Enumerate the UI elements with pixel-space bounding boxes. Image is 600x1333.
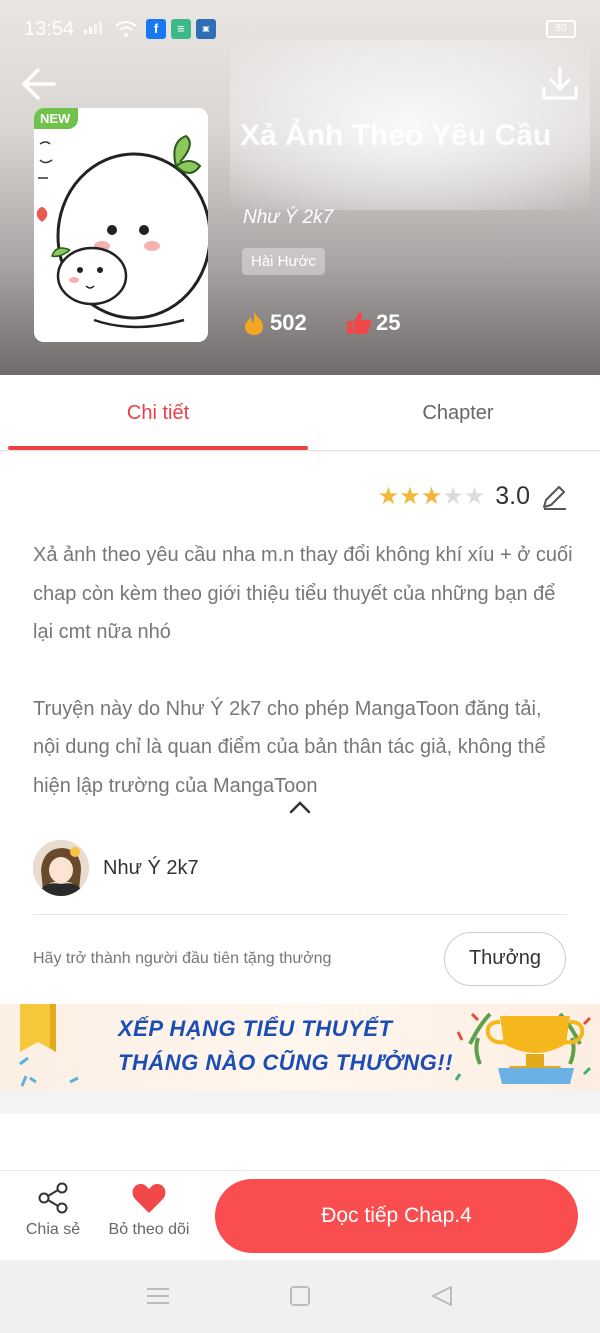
views-count: 502 (270, 310, 307, 335)
signal-icon (84, 20, 104, 39)
comic-author[interactable]: Như Ý 2k7 (243, 207, 333, 229)
star-filled-icon: ★ (420, 482, 443, 510)
active-tab-indicator (8, 446, 308, 450)
next-section (0, 1114, 600, 1174)
section-gap (0, 1090, 600, 1114)
promo-banner[interactable]: XẾP HẠNG TIỂU THUYẾT THÁNG NÀO CŨNG THƯỞ… (0, 1004, 600, 1090)
comic-header: 13:54 f ≡ ▣ 80 NEW Xả Ảnh Theo Yêu Cầu N… (0, 0, 600, 375)
menu-icon[interactable] (145, 1284, 171, 1308)
author-row[interactable]: Như Ý 2k7 (33, 840, 199, 896)
download-icon (542, 66, 578, 100)
description: Xả ảnh theo yêu cầu nha m.n thay đổi khô… (33, 536, 573, 843)
likes-stat: 25 (346, 310, 400, 336)
star-empty-icon: ★ (463, 482, 486, 510)
fire-icon (245, 311, 264, 335)
download-button[interactable] (538, 62, 582, 106)
continue-reading-button[interactable]: Đọc tiếp Chap.4 (215, 1179, 578, 1253)
section-divider (33, 914, 567, 915)
author-avatar[interactable] (33, 840, 89, 896)
heart-icon (132, 1184, 166, 1213)
share-icon (38, 1182, 68, 1214)
new-badge: NEW (34, 108, 79, 129)
back-button[interactable] (18, 62, 62, 106)
cover-illustration (34, 108, 208, 342)
bottom-action-bar: Chia sẻ Bỏ theo dõi Đọc tiếp Chap.4 (0, 1170, 600, 1260)
battery-icon: 80 (546, 20, 576, 38)
tab-bar: Chi tiết Chapter (0, 375, 600, 451)
reward-prompt: Hãy trở thành người đầu tiên tặng thưởng (33, 950, 332, 967)
genre-tag[interactable]: Hài Hước (242, 248, 325, 275)
facebook-icon: f (146, 19, 166, 39)
banner-subheadline: THÁNG NÀO CŨNG THƯỞNG!! (118, 1050, 453, 1075)
app-notification-icon-2: ▣ (196, 19, 216, 39)
app-notification-icon: ≡ (171, 19, 191, 39)
edit-pencil-icon[interactable] (540, 483, 568, 511)
home-square-icon[interactable] (287, 1284, 313, 1308)
comic-title: Xả Ảnh Theo Yêu Cầu (240, 119, 552, 152)
author-name[interactable]: Như Ý 2k7 (103, 857, 199, 880)
rating-row[interactable]: ★★★★★ 3.0 (378, 482, 568, 511)
share-button[interactable]: Chia sẻ (22, 1181, 84, 1239)
share-label: Chia sẻ (25, 1221, 81, 1238)
star-filled-icon: ★ (399, 482, 421, 510)
banner-headline: XẾP HẠNG TIỂU THUYẾT (118, 1016, 393, 1041)
description-paragraph: Xả ảnh theo yêu cầu nha m.n thay đổi khô… (33, 544, 573, 643)
reward-button[interactable]: Thưởng (444, 932, 566, 986)
details-panel: ★★★★★ 3.0 Xả ảnh theo yêu cầu nha m.n th… (0, 452, 600, 1004)
rating-value: 3.0 (495, 482, 530, 510)
back-arrow-icon (22, 68, 56, 100)
views-stat: 502 (242, 310, 307, 336)
wifi-icon (114, 20, 138, 43)
rating-stars: ★★★★★ (377, 482, 486, 510)
avatar-image (33, 840, 89, 896)
likes-count: 25 (376, 310, 401, 335)
star-empty-icon: ★ (442, 482, 464, 510)
system-nav-bar (0, 1260, 600, 1333)
thumbs-up-icon (347, 312, 372, 334)
tab-details[interactable]: Chi tiết (8, 375, 308, 451)
copyright-notice: Truyện này do Như Ý 2k7 cho phép MangaTo… (33, 697, 546, 797)
unfollow-button[interactable]: Bỏ theo dõi (103, 1181, 195, 1239)
status-time: 13:54 (24, 18, 75, 40)
back-triangle-icon[interactable] (429, 1284, 455, 1308)
unfollow-label: Bỏ theo dõi (108, 1221, 190, 1238)
tab-chapters[interactable]: Chapter (308, 375, 600, 451)
collapse-chevron-up-icon[interactable] (289, 800, 311, 814)
star-filled-icon: ★ (377, 482, 400, 510)
status-bar: 13:54 f ≡ ▣ 80 (0, 0, 600, 60)
cover-image[interactable]: NEW (34, 108, 208, 342)
